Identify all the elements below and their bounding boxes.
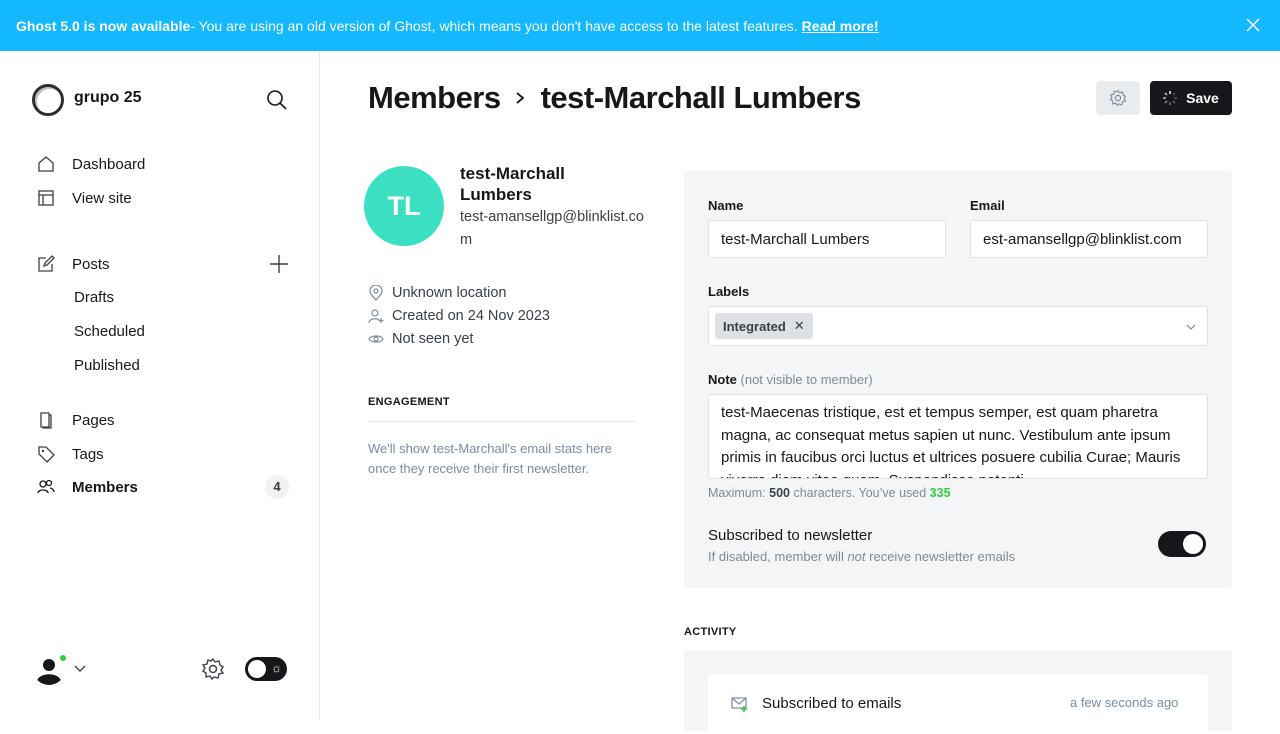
sidebar-item-dashboard[interactable]: Dashboard bbox=[36, 152, 145, 176]
member-avatar: TL bbox=[364, 166, 444, 246]
sidebar: grupo 25 Dashboard View site Posts Draft… bbox=[0, 51, 320, 720]
sidebar-item-label: Members bbox=[72, 478, 138, 496]
chevron-down-icon[interactable] bbox=[73, 661, 87, 675]
member-settings-button[interactable] bbox=[1096, 81, 1140, 115]
banner-read-more-link[interactable]: Read more! bbox=[802, 18, 879, 34]
page-title: Members test-Marchall Lumbers bbox=[368, 80, 861, 116]
sidebar-item-scheduled[interactable]: Scheduled bbox=[74, 323, 145, 340]
sidebar-item-view-site[interactable]: View site bbox=[36, 186, 132, 210]
counter-prefix: Maximum: bbox=[708, 486, 770, 500]
activity-text: Subscribed to emails bbox=[762, 695, 902, 712]
counter-max: 500 bbox=[769, 486, 790, 500]
newsletter-desc-pre: If disabled, member will bbox=[708, 549, 848, 564]
note-textarea[interactable]: test-Maecenas tristique, est et tempus s… bbox=[708, 394, 1208, 479]
created-text: Created on 24 Nov 2023 bbox=[392, 308, 550, 324]
labels-select[interactable]: Integrated ✕ bbox=[708, 306, 1208, 346]
engagement-heading: ENGAGEMENT bbox=[368, 396, 450, 408]
counter-used: 335 bbox=[929, 486, 951, 500]
dark-mode-toggle[interactable]: ☼ bbox=[245, 657, 287, 681]
labels-label: Labels bbox=[708, 284, 750, 299]
member-location: Unknown location bbox=[368, 285, 506, 301]
tag-icon bbox=[36, 444, 56, 464]
eye-icon bbox=[368, 335, 384, 343]
user-add-icon bbox=[368, 309, 384, 324]
label-tag-text: Integrated bbox=[723, 318, 786, 334]
search-icon[interactable] bbox=[265, 88, 289, 112]
sun-icon: ☼ bbox=[271, 661, 282, 675]
members-count-badge: 4 bbox=[265, 475, 289, 499]
save-button[interactable]: Save bbox=[1150, 81, 1232, 115]
page-icon bbox=[36, 410, 56, 430]
member-name: test-Marchall Lumbers bbox=[460, 164, 565, 204]
edit-icon bbox=[36, 254, 56, 274]
banner-text: - You are using an old version of Ghost,… bbox=[190, 17, 798, 34]
member-email: test-amansellgp@blinklist.com bbox=[460, 209, 644, 248]
sidebar-item-posts[interactable]: Posts bbox=[36, 252, 110, 276]
activity-heading: ACTIVITY bbox=[684, 626, 737, 638]
home-icon bbox=[36, 154, 56, 174]
sidebar-item-members[interactable]: Members bbox=[36, 475, 138, 499]
sidebar-item-label: View site bbox=[72, 189, 132, 207]
chevron-right-icon bbox=[516, 92, 525, 104]
member-created: Created on 24 Nov 2023 bbox=[368, 308, 550, 324]
save-button-label: Save bbox=[1186, 90, 1219, 106]
breadcrumb-members[interactable]: Members bbox=[368, 80, 501, 116]
sidebar-item-tags[interactable]: Tags bbox=[36, 442, 104, 466]
members-icon bbox=[36, 477, 56, 497]
newsletter-desc-post: receive newsletter emails bbox=[865, 549, 1016, 564]
site-logo[interactable] bbox=[32, 84, 64, 116]
sidebar-item-pages[interactable]: Pages bbox=[36, 408, 115, 432]
engagement-text: We'll show test-Marchall's email stats h… bbox=[368, 441, 612, 476]
toggle-knob bbox=[248, 660, 266, 678]
newsletter-toggle[interactable] bbox=[1158, 531, 1206, 557]
sidebar-item-published[interactable]: Published bbox=[74, 357, 140, 374]
sidebar-item-label: Posts bbox=[72, 255, 110, 273]
sidebar-item-drafts[interactable]: Drafts bbox=[74, 289, 114, 306]
location-pin-icon bbox=[369, 285, 383, 301]
toggle-knob bbox=[1183, 534, 1203, 554]
gear-icon[interactable] bbox=[201, 657, 225, 681]
update-banner: Ghost 5.0 is now available - You are usi… bbox=[0, 0, 1280, 51]
name-label: Name bbox=[708, 198, 744, 213]
note-label: Note (not visible to member) bbox=[708, 372, 873, 387]
divider bbox=[368, 421, 636, 422]
note-hint: (not visible to member) bbox=[740, 372, 873, 387]
note-label-text: Note bbox=[708, 372, 737, 387]
note-counter: Maximum: 500 characters. You’ve used 335 bbox=[708, 486, 951, 500]
name-field[interactable]: test-Marchall Lumbers bbox=[708, 220, 946, 258]
seen-text: Not seen yet bbox=[392, 331, 474, 347]
spinner-icon bbox=[1163, 91, 1178, 105]
online-status-dot bbox=[58, 653, 68, 663]
sidebar-item-label: Pages bbox=[72, 411, 115, 429]
email-subscribed-icon bbox=[731, 697, 747, 712]
remove-label-icon[interactable]: ✕ bbox=[794, 318, 805, 334]
banner-title: Ghost 5.0 is now available bbox=[16, 17, 191, 34]
counter-mid: characters. You’ve used bbox=[789, 486, 930, 500]
email-label: Email bbox=[970, 198, 1005, 213]
label-tag: Integrated ✕ bbox=[715, 313, 813, 339]
member-title: test-Marchall Lumbers bbox=[540, 80, 862, 115]
layout-icon bbox=[36, 188, 56, 208]
close-icon[interactable] bbox=[1244, 16, 1262, 34]
newsletter-desc-em: not bbox=[847, 549, 866, 564]
chevron-down-icon[interactable] bbox=[1185, 321, 1197, 333]
activity-time: a few seconds ago bbox=[1070, 695, 1179, 710]
email-field[interactable]: est-amansellgp@blinklist.com bbox=[970, 220, 1208, 258]
member-last-seen: Not seen yet bbox=[368, 331, 473, 347]
sidebar-item-label: Dashboard bbox=[72, 155, 146, 173]
site-name[interactable]: grupo 25 bbox=[74, 89, 142, 107]
sidebar-item-label: Tags bbox=[72, 445, 104, 463]
location-text: Unknown location bbox=[392, 285, 507, 301]
add-post-icon[interactable] bbox=[268, 253, 290, 275]
newsletter-description: If disabled, member will not receive new… bbox=[708, 549, 1015, 564]
newsletter-title: Subscribed to newsletter bbox=[708, 527, 873, 544]
gear-icon bbox=[1109, 89, 1127, 107]
